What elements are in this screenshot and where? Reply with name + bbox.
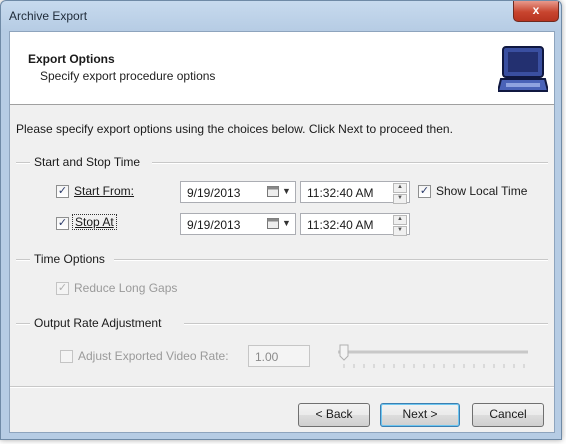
stop-time-value: 11:32:40 AM xyxy=(307,218,374,232)
laptop-icon xyxy=(498,46,548,92)
start-time-spinner[interactable]: ▲ ▼ xyxy=(393,183,407,204)
adjust-video-rate-label[interactable]: Adjust Exported Video Rate: xyxy=(78,349,229,363)
adjust-video-rate-checkbox[interactable] xyxy=(60,350,73,363)
calendar-icon xyxy=(267,218,279,229)
next-button[interactable]: Next > xyxy=(380,403,460,427)
chevron-down-icon: ▼ xyxy=(282,186,291,196)
start-time-field[interactable]: 11:32:40 AM ▲ ▼ xyxy=(300,181,410,204)
group-time-options-label: Time Options xyxy=(34,252,105,266)
spin-up-icon[interactable]: ▲ xyxy=(393,215,407,225)
stop-time-field[interactable]: 11:32:40 AM ▲ ▼ xyxy=(300,213,410,236)
archive-export-window: Archive Export x Export Options Specify … xyxy=(0,0,562,440)
cancel-button[interactable]: Cancel xyxy=(472,403,544,427)
show-local-time-checkbox[interactable]: ✓ xyxy=(418,185,431,198)
group-divider xyxy=(16,162,30,164)
footer-divider xyxy=(10,386,554,388)
group-divider xyxy=(16,323,30,325)
title-bar[interactable]: Archive Export x xyxy=(1,1,561,31)
header-subtitle: Specify export procedure options xyxy=(40,69,216,83)
chevron-down-icon: ▼ xyxy=(282,218,291,228)
group-divider xyxy=(152,162,548,164)
reduce-long-gaps-label[interactable]: Reduce Long Gaps xyxy=(74,281,177,295)
video-rate-value: 1.00 xyxy=(255,350,279,364)
stop-at-checkbox[interactable]: ✓ xyxy=(56,217,69,230)
stop-date-picker[interactable]: 9/19/2013 ▼ xyxy=(180,213,296,235)
calendar-icon xyxy=(267,186,279,197)
wizard-header: Export Options Specify export procedure … xyxy=(10,32,554,105)
dialog-client-area: Export Options Specify export procedure … xyxy=(9,31,555,433)
stop-at-label[interactable]: Stop At xyxy=(72,214,117,230)
start-date-value: 9/19/2013 xyxy=(187,186,241,200)
spin-up-icon[interactable]: ▲ xyxy=(393,183,407,193)
start-from-label[interactable]: Start From: xyxy=(74,184,134,198)
start-date-picker[interactable]: 9/19/2013 ▼ xyxy=(180,181,296,203)
group-divider xyxy=(16,259,30,261)
spin-down-icon[interactable]: ▼ xyxy=(393,194,407,204)
window-title: Archive Export xyxy=(9,9,88,23)
header-title: Export Options xyxy=(28,52,115,66)
back-button[interactable]: < Back xyxy=(298,403,370,427)
video-rate-slider[interactable] xyxy=(332,344,532,372)
stop-time-spinner[interactable]: ▲ ▼ xyxy=(393,215,407,236)
video-rate-input[interactable]: 1.00 xyxy=(248,345,310,367)
group-divider xyxy=(114,259,548,261)
group-divider xyxy=(184,323,548,325)
show-local-time-label[interactable]: Show Local Time xyxy=(436,184,527,198)
close-button[interactable]: x xyxy=(513,1,559,22)
slider-thumb xyxy=(339,344,349,361)
reduce-long-gaps-checkbox[interactable]: ✓ xyxy=(56,282,69,295)
group-output-rate-label: Output Rate Adjustment xyxy=(34,316,162,330)
intro-text: Please specify export options using the … xyxy=(16,122,453,136)
start-from-checkbox[interactable]: ✓ xyxy=(56,185,69,198)
stop-date-value: 9/19/2013 xyxy=(187,218,241,232)
group-start-stop-label: Start and Stop Time xyxy=(34,155,141,169)
start-time-value: 11:32:40 AM xyxy=(307,186,374,200)
spin-down-icon[interactable]: ▼ xyxy=(393,226,407,236)
